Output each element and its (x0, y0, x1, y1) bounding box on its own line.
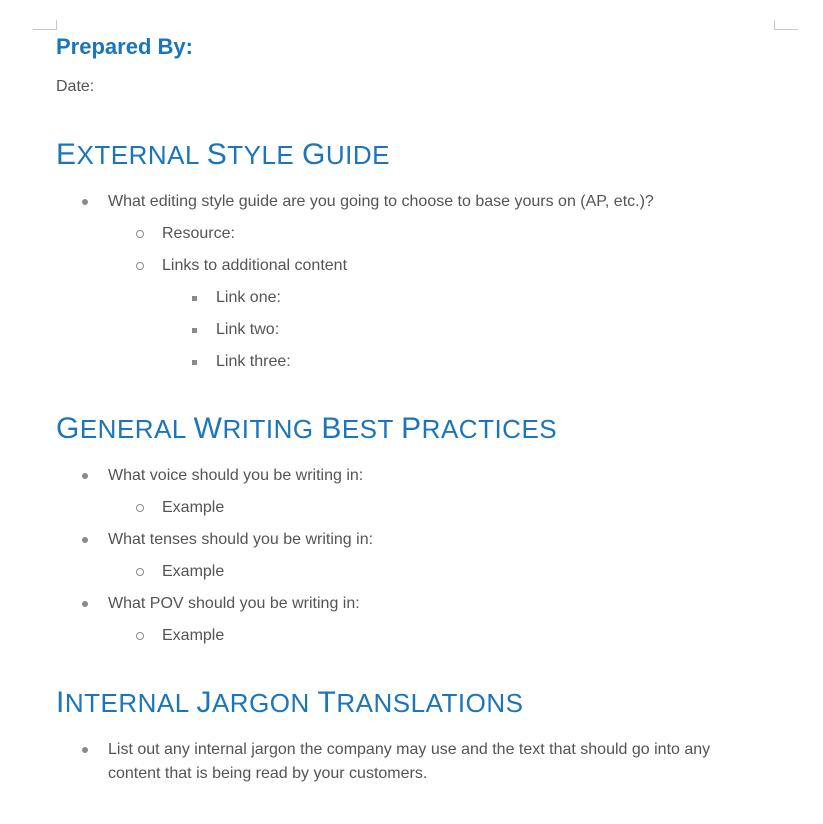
heading-cap: P (401, 412, 422, 445)
crop-mark-top-right (774, 20, 798, 30)
general-writing-list: What voice should you be writing in: Exa… (56, 464, 767, 648)
list-item-text: Example (162, 627, 224, 644)
list-item: What voice should you be writing in: Exa… (76, 464, 767, 520)
heading-general-writing: GENERAL WRITING BEST PRACTICES (56, 412, 767, 446)
list-item: Link three: (186, 350, 767, 374)
list-item-text: List out any internal jargon the company… (108, 741, 710, 782)
date-label: Date: (56, 78, 767, 96)
heading-cap: J (196, 686, 212, 719)
heading-internal-jargon: INTERNAL JARGON TRANSLATIONS (56, 686, 767, 720)
list-item-text: What editing style guide are you going t… (108, 193, 654, 210)
heading-cap: G (302, 138, 326, 171)
list-item-text: Link three: (216, 353, 291, 370)
sub-list: Example (108, 624, 767, 648)
list-item: Example (132, 496, 767, 520)
list-item-text: Link one: (216, 289, 281, 306)
heading-cap: W (194, 412, 223, 445)
heading-cap: S (207, 138, 228, 171)
list-item-text: Resource: (162, 225, 235, 242)
sub-list: Example (108, 560, 767, 584)
heading-cap: B (321, 412, 342, 445)
list-item: Resource: (132, 222, 767, 246)
list-item-text: Example (162, 499, 224, 516)
heading-text: EST (342, 414, 401, 444)
list-item-text: What POV should you be writing in: (108, 595, 360, 612)
internal-jargon-list: List out any internal jargon the company… (56, 738, 767, 786)
heading-text: ENERAL (80, 414, 194, 444)
prepared-by-label: Prepared By: (56, 34, 767, 60)
heading-text: RANSLATIONS (336, 688, 523, 718)
heading-text: RACTICES (422, 414, 557, 444)
sub-list: Resource: Links to additional content Li… (108, 222, 767, 374)
heading-text: TYLE (227, 140, 302, 170)
list-item-text: What voice should you be writing in: (108, 467, 363, 484)
heading-text: RITING (222, 414, 321, 444)
sub-list: Example (108, 496, 767, 520)
external-style-list: What editing style guide are you going t… (56, 190, 767, 374)
list-item: What POV should you be writing in: Examp… (76, 592, 767, 648)
heading-external-style-guide: EXTERNAL STYLE GUIDE (56, 138, 767, 172)
list-item-text: Example (162, 563, 224, 580)
document-page: Prepared By: Date: EXTERNAL STYLE GUIDE … (0, 0, 823, 824)
heading-text: ARGON (212, 688, 318, 718)
heading-cap: T (318, 686, 337, 719)
heading-cap: E (56, 138, 77, 171)
list-item: What editing style guide are you going t… (76, 190, 767, 374)
list-item-text: Link two: (216, 321, 279, 338)
list-item-text: What tenses should you be writing in: (108, 531, 373, 548)
heading-text: NTERNAL (65, 688, 197, 718)
links-list: Link one: Link two: Link three: (162, 286, 767, 374)
list-item: List out any internal jargon the company… (76, 738, 767, 786)
list-item: Example (132, 560, 767, 584)
list-item: What tenses should you be writing in: Ex… (76, 528, 767, 584)
list-item-text: Links to additional content (162, 257, 347, 274)
list-item: Links to additional content Link one: Li… (132, 254, 767, 374)
list-item: Example (132, 624, 767, 648)
list-item: Link one: (186, 286, 767, 310)
crop-mark-top-left (33, 20, 57, 30)
list-item: Link two: (186, 318, 767, 342)
heading-text: XTERNAL (77, 140, 207, 170)
heading-cap: I (56, 686, 65, 719)
heading-text: UIDE (326, 140, 390, 170)
heading-cap: G (56, 412, 80, 445)
